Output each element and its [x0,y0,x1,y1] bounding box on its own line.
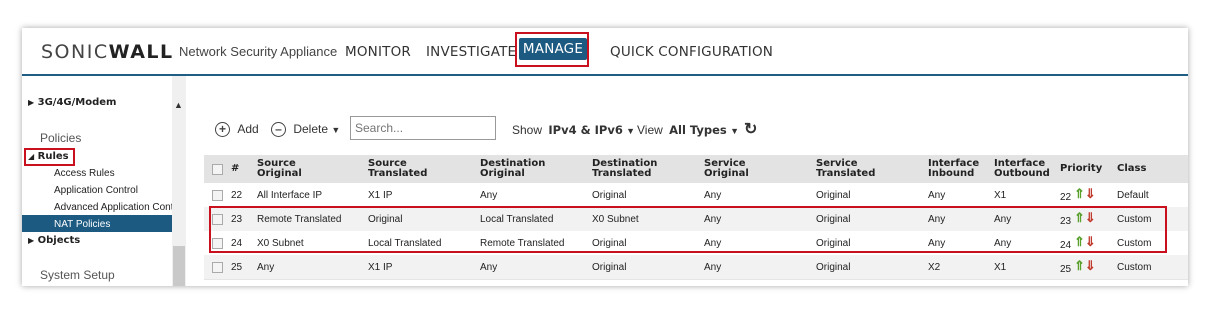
cell-service-original: Any [704,190,722,201]
dropdown-caret-icon: ▼ [730,126,740,136]
col-priority[interactable]: Priority [1060,164,1102,174]
caret-right-icon: ▶ [28,98,35,107]
rows-highlight-box [209,206,1167,253]
col-class[interactable]: Class [1117,164,1146,174]
cell-priority: 22 [1060,192,1072,203]
row-checkbox[interactable] [212,262,223,273]
product-name: Network Security Appliance [179,44,338,59]
app-window: SONICWALL Network Security Appliance MON… [22,28,1188,286]
cell-destination-translated: Original [592,262,627,273]
show-filter[interactable]: Show IPv4 & IPv6 ▼ [512,123,635,137]
select-all-checkbox[interactable] [212,164,223,175]
cell-destination-original: Any [480,190,498,201]
nav-monitor[interactable]: MONITOR [345,44,411,60]
sidebar-section-policies: Policies [40,131,82,145]
cell-source-original: All Interface IP [257,190,323,201]
nav-investigate[interactable]: INVESTIGATE [426,44,516,60]
cell-destination-translated: Original [592,190,627,201]
dropdown-caret-icon: ▼ [626,126,636,136]
sidebar-item-application-control[interactable]: Application Control [54,185,138,196]
col-source-original[interactable]: Source Original [257,159,302,179]
sidebar-item-advanced-application-control[interactable]: Advanced Application Control [54,202,185,213]
nav-quick-configuration[interactable]: QUICK CONFIGURATION [610,44,773,60]
cell-source-translated: X1 IP [368,262,393,273]
cell-service-translated: Original [816,262,851,273]
cell-num: 22 [231,190,243,201]
cell-class: Custom [1117,262,1152,273]
sidebar-section-system-setup: System Setup [40,268,115,282]
dropdown-caret-icon: ▼ [331,125,341,135]
cell-interface-inbound: X2 [928,262,941,273]
priority-arrows-icon[interactable]: ⇑⇓ [1074,186,1096,202]
scroll-up-icon[interactable]: ▲ [174,100,183,110]
plus-icon: + [215,122,230,138]
cell-priority: 25 [1060,264,1072,275]
minus-icon: – [271,122,286,138]
table-row[interactable]: 22 All Interface IP X1 IP Any Original A… [204,183,1188,208]
header-divider [22,74,1188,76]
col-service-translated[interactable]: Service Translated [816,159,875,179]
caret-right-icon: ▶ [28,236,35,245]
sonicwall-logo: SONICWALL [41,41,174,63]
rules-highlight-box [24,148,75,166]
cell-class: Default [1117,190,1149,201]
cell-source-translated: X1 IP [368,190,393,201]
table-row[interactable]: 25 Any X1 IP Any Original Any Original X… [204,255,1188,280]
col-service-original[interactable]: Service Original [704,159,749,179]
sidebar-item-access-rules[interactable]: Access Rules [54,168,115,179]
priority-arrows-icon[interactable]: ⇑⇓ [1074,258,1096,274]
col-num[interactable]: # [231,164,239,174]
cell-source-original: Any [257,262,275,273]
cell-interface-inbound: Any [928,190,946,201]
search-input[interactable] [350,116,496,140]
col-interface-inbound[interactable]: Interface Inbound [928,159,979,179]
view-filter[interactable]: View All Types ▼ [637,123,739,137]
sidebar-item-nat-policies[interactable]: NAT Policies [54,219,110,230]
col-source-translated[interactable]: Source Translated [368,159,427,179]
col-interface-outbound[interactable]: Interface Outbound [994,159,1050,179]
manage-highlight-box [515,32,589,67]
cell-destination-original: Any [480,262,498,273]
sidebar-item-objects[interactable]: ▶ Objects [28,235,80,246]
cell-interface-outbound: X1 [994,262,1007,273]
col-destination-translated[interactable]: Destination Translated [592,159,657,179]
cell-service-original: Any [704,262,722,273]
sidebar-item-modem[interactable]: ▶ 3G/4G/Modem [28,97,116,108]
col-destination-original[interactable]: Destination Original [480,159,545,179]
sidebar-scroll-thumb[interactable] [173,246,185,286]
cell-interface-outbound: X1 [994,190,1007,201]
row-checkbox[interactable] [212,190,223,201]
refresh-icon[interactable]: ↻ [744,119,757,139]
cell-num: 25 [231,262,243,273]
cell-service-translated: Original [816,190,851,201]
table-header: # Source Original Source Translated Destin… [204,155,1188,183]
add-button[interactable]: + Add [215,122,259,138]
top-bar: SONICWALL Network Security Appliance MON… [22,28,1188,74]
delete-button[interactable]: – Delete ▼ [271,122,341,138]
